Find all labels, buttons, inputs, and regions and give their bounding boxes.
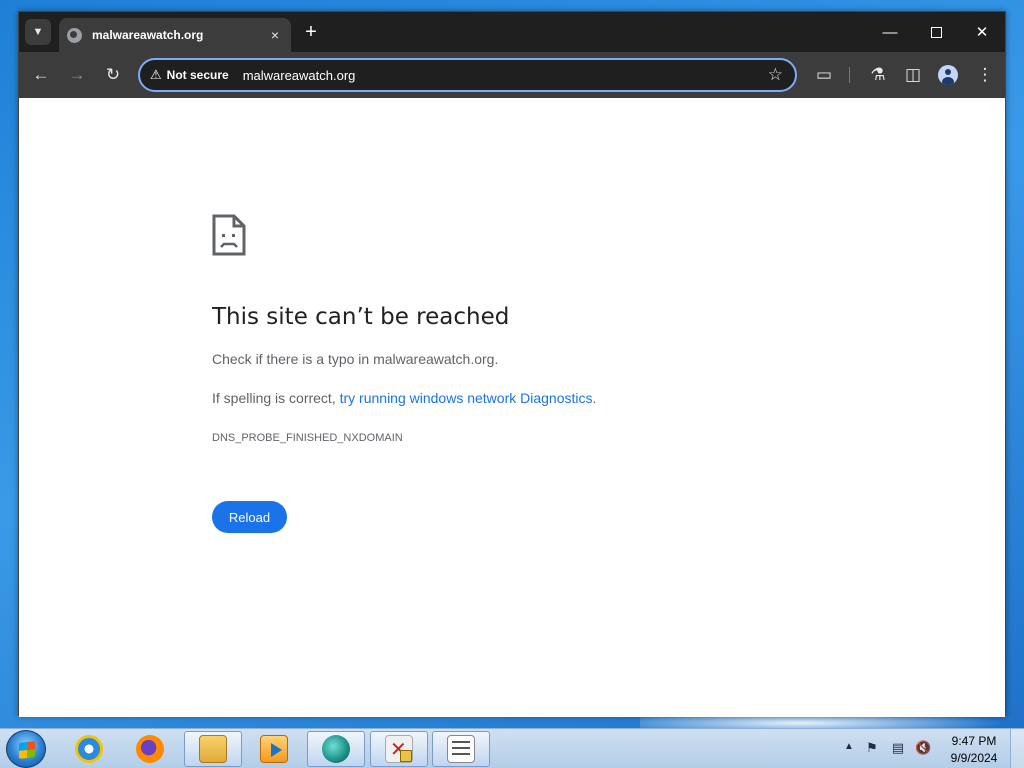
show-desktop-button[interactable] xyxy=(1010,729,1024,768)
taskbar-media-player[interactable] xyxy=(245,731,303,767)
browser-titlebar: ▼ malwareawatch.org × + — ✕ xyxy=(19,12,1005,52)
maximize-button[interactable] xyxy=(913,16,959,48)
taskbar-app-locked[interactable] xyxy=(370,731,428,767)
flask-icon: ⚗ xyxy=(870,65,886,84)
arrow-right-icon: → xyxy=(68,65,86,84)
minimize-icon: — xyxy=(882,23,898,41)
extensions-button[interactable]: ▭ xyxy=(811,62,837,88)
error-title: This site can’t be reached xyxy=(212,304,510,330)
menu-button[interactable]: ⋮ xyxy=(972,62,998,88)
page-content: This site can’t be reached Check if ther… xyxy=(19,98,1005,717)
error-typo-hint: Check if there is a typo in malwareawatc… xyxy=(212,351,499,367)
locked-app-icon xyxy=(385,735,413,763)
arrow-left-icon: ← xyxy=(32,65,50,84)
tab-search-button[interactable]: ▼ xyxy=(25,19,51,45)
forward-button[interactable]: → xyxy=(64,62,90,88)
internet-explorer-icon xyxy=(75,735,103,763)
profile-button[interactable] xyxy=(935,62,961,88)
error-diagnostics-hint: If spelling is correct, try running wind… xyxy=(212,390,596,406)
taskbar-file-explorer[interactable] xyxy=(184,731,242,767)
chevron-down-icon: ▼ xyxy=(32,26,44,38)
volume-muted-icon[interactable]: 🔇 xyxy=(915,740,931,756)
diagnostics-suffix: . xyxy=(592,390,597,406)
action-center-flag-icon[interactable]: ⚑ xyxy=(864,740,880,756)
labs-button[interactable]: ⚗ xyxy=(865,62,891,88)
security-chip[interactable]: ⚠ Not secure xyxy=(150,67,243,83)
sad-page-icon xyxy=(212,214,246,256)
clock-time[interactable]: 9:47 PM xyxy=(946,734,1002,748)
firefox-icon xyxy=(136,735,164,763)
reload-toolbar-button[interactable]: ↻ xyxy=(100,62,126,88)
close-window-button[interactable]: ✕ xyxy=(959,16,1005,48)
taskbar-app-teal[interactable] xyxy=(307,731,365,767)
maximize-icon xyxy=(930,26,942,38)
url-text[interactable]: malwareawatch.org xyxy=(243,68,356,83)
side-panel-button[interactable]: ◫ xyxy=(900,62,926,88)
toolbar-divider xyxy=(849,67,850,83)
close-icon: ✕ xyxy=(975,24,989,41)
taskbar: ▲ ⚑ ▤ 🔇 9:47 PM 9/9/2024 xyxy=(0,728,1024,768)
bookmark-star-icon[interactable]: ☆ xyxy=(768,65,783,85)
reload-icon: ↻ xyxy=(105,65,121,84)
reload-button[interactable]: Reload xyxy=(212,501,287,533)
address-bar[interactable]: ⚠ Not secure malwareawatch.org ☆ xyxy=(138,58,797,92)
taskbar-app-list[interactable] xyxy=(432,731,490,767)
new-tab-button[interactable]: + xyxy=(299,20,323,44)
globe-icon xyxy=(67,27,82,43)
minimize-button[interactable]: — xyxy=(867,16,913,48)
media-player-icon xyxy=(260,735,288,763)
taskbar-internet-explorer[interactable] xyxy=(60,731,118,767)
more-vertical-icon: ⋮ xyxy=(976,65,994,84)
list-app-icon xyxy=(447,735,475,763)
diagnostics-prefix: If spelling is correct, xyxy=(212,390,340,406)
security-chip-label: Not secure xyxy=(166,68,229,82)
error-code: DNS_PROBE_FINISHED_NXDOMAIN xyxy=(212,432,403,444)
start-button[interactable] xyxy=(6,730,46,768)
browser-toolbar: ← → ↻ ⚠ Not secure malwareawatch.org ☆ ▭… xyxy=(19,52,1005,98)
browser-window: ▼ malwareawatch.org × + — ✕ ← → ↻ ⚠ Not … xyxy=(18,11,1006,717)
windows-logo-icon xyxy=(19,741,35,759)
avatar-icon xyxy=(938,65,958,85)
teal-app-icon xyxy=(322,735,350,763)
show-hidden-icons-icon[interactable]: ▲ xyxy=(844,741,854,752)
side-panel-icon: ◫ xyxy=(904,65,922,84)
folder-icon xyxy=(199,735,227,763)
tab-active[interactable]: malwareawatch.org × xyxy=(59,18,291,52)
warning-triangle-icon: ⚠ xyxy=(150,67,162,82)
puzzle-icon: ▭ xyxy=(815,65,833,84)
tab-title: malwareawatch.org xyxy=(92,28,204,42)
close-tab-icon[interactable]: × xyxy=(267,27,283,43)
diagnostics-link[interactable]: try running windows network Diagnostics xyxy=(340,390,593,406)
back-button[interactable]: ← xyxy=(28,62,54,88)
clock-date[interactable]: 9/9/2024 xyxy=(946,751,1002,765)
network-icon[interactable]: ▤ xyxy=(890,740,906,756)
taskbar-firefox[interactable] xyxy=(121,731,179,767)
